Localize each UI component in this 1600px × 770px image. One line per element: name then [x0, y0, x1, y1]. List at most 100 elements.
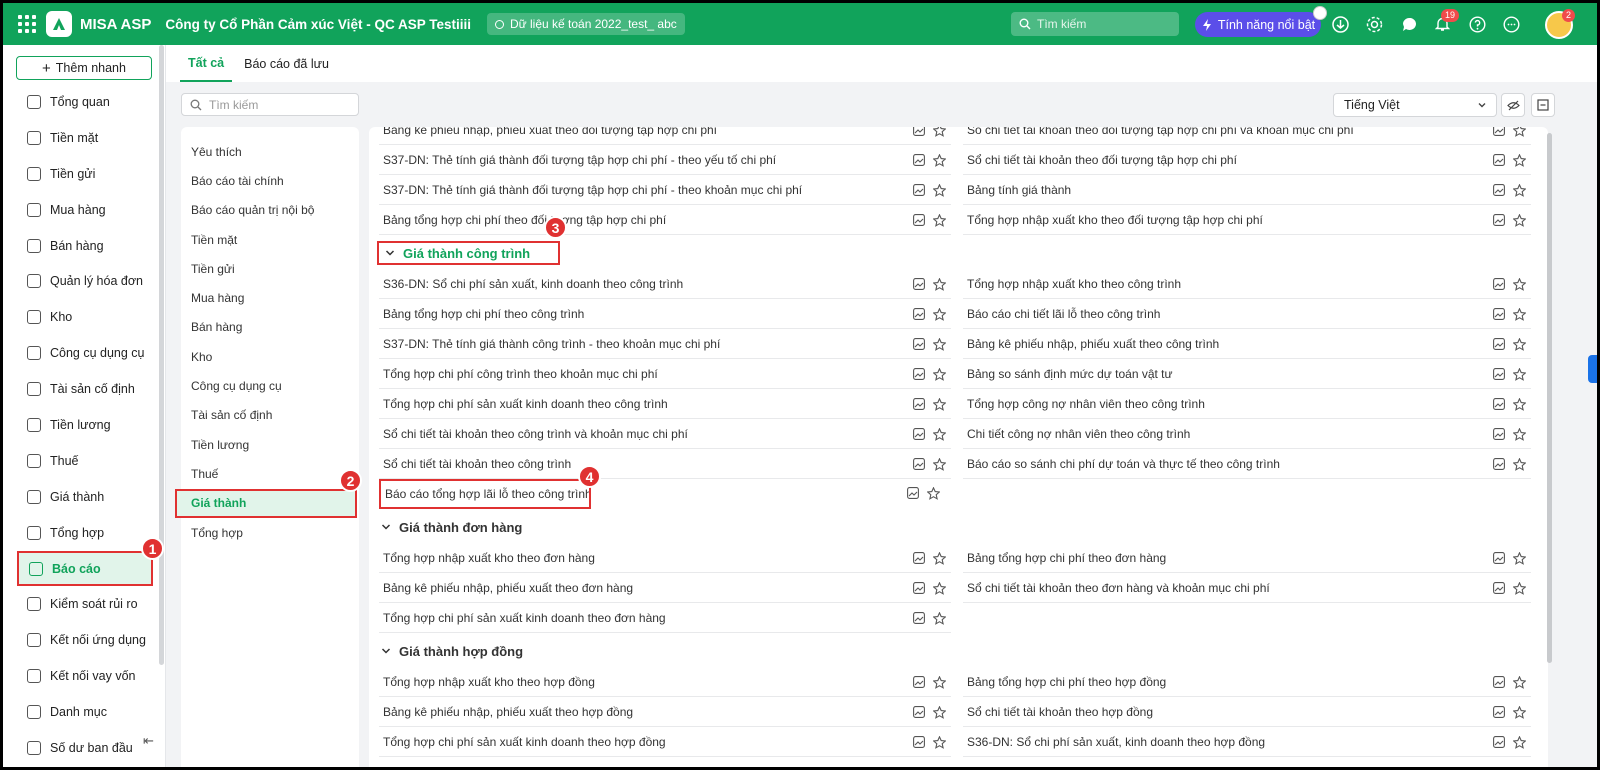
sidebar-item-4[interactable]: Bán hàng	[3, 228, 163, 264]
preview-icon[interactable]	[913, 307, 925, 320]
favorite-star-icon[interactable]	[1512, 426, 1527, 441]
report-link[interactable]: Sổ chi tiết tài khoản theo đối tượng tập…	[967, 127, 1493, 137]
sidebar-item-5[interactable]: Quản lý hóa đơn	[3, 263, 163, 299]
settings-gear-icon[interactable]	[1365, 15, 1383, 33]
preview-icon[interactable]	[1493, 337, 1505, 350]
category-item[interactable]: Báo cáo quản trị nội bộ	[181, 196, 359, 225]
favorite-star-icon[interactable]	[932, 426, 947, 441]
favorite-star-icon[interactable]	[932, 610, 947, 625]
preview-icon[interactable]	[1493, 153, 1505, 166]
report-link[interactable]: Bảng tổng hợp chi phí theo công trình	[383, 307, 913, 321]
preview-icon[interactable]	[913, 397, 925, 410]
report-link[interactable]: Bảng tổng hợp chi phí theo hợp đồng	[967, 675, 1493, 689]
preview-icon[interactable]	[1493, 183, 1505, 196]
category-item[interactable]: Tiền lương	[181, 430, 359, 459]
preview-icon[interactable]	[913, 581, 925, 594]
section-header[interactable]: Giá thành đơn hàng	[381, 515, 522, 539]
favorite-star-icon[interactable]	[932, 306, 947, 321]
category-item[interactable]: Mua hàng	[181, 283, 359, 312]
preview-icon[interactable]	[1493, 397, 1505, 410]
sidebar-item-6[interactable]: Kho	[3, 299, 163, 335]
report-link[interactable]: Tổng hợp nhập xuất kho theo đối tượng tậ…	[967, 213, 1493, 227]
sidebar-item-16[interactable]: Kết nối vay vốn	[3, 658, 163, 694]
app-grid-icon[interactable]	[16, 13, 38, 35]
favorite-star-icon[interactable]	[932, 734, 947, 749]
sidebar-item-15[interactable]: Kết nối ứng dụng	[3, 622, 163, 658]
section-header[interactable]: Giá thành hợp đồng	[381, 639, 523, 663]
report-link[interactable]: Chi tiết công nợ nhân viên theo công trì…	[967, 427, 1493, 441]
report-link[interactable]: Bảng kê phiếu nhập, phiếu xuất theo đơn …	[383, 581, 913, 595]
report-link[interactable]: Tổng hợp công nợ nhân viên theo công trì…	[967, 397, 1493, 411]
report-list-scrollbar[interactable]	[1547, 133, 1552, 663]
favorite-star-icon[interactable]	[932, 336, 947, 351]
category-item[interactable]: Kho	[181, 342, 359, 371]
favorite-star-icon[interactable]	[1512, 127, 1527, 137]
report-link[interactable]: Tổng hợp nhập xuất kho theo đơn hàng	[383, 551, 913, 565]
preview-icon[interactable]	[1493, 675, 1505, 688]
category-item[interactable]: Công cụ dụng cụ	[181, 371, 359, 400]
sidebar-item-10[interactable]: Thuế	[3, 443, 163, 479]
quick-add-button[interactable]: + Thêm nhanh	[16, 56, 152, 80]
more-options-icon[interactable]	[1502, 15, 1520, 33]
category-item[interactable]: Tiền mặt	[181, 225, 359, 254]
chat-icon[interactable]	[1400, 15, 1418, 33]
report-link[interactable]: Tổng hợp chi phí sản xuất kinh doanh the…	[383, 397, 913, 411]
preview-icon[interactable]	[1493, 551, 1505, 564]
category-item[interactable]: Tài sản cố định	[181, 401, 359, 430]
preview-icon[interactable]	[1493, 127, 1505, 136]
favorite-star-icon[interactable]	[932, 704, 947, 719]
favorite-star-icon[interactable]	[1512, 580, 1527, 595]
preview-icon[interactable]	[1493, 307, 1505, 320]
preview-icon[interactable]	[913, 183, 925, 196]
category-item[interactable]: Yêu thích	[181, 137, 359, 166]
report-link[interactable]: Báo cáo tổng hợp lãi lỗ theo công trình	[385, 487, 589, 501]
favorite-star-icon[interactable]	[932, 580, 947, 595]
report-search-input[interactable]: Tìm kiếm	[181, 93, 359, 116]
favorite-star-icon[interactable]	[1512, 212, 1527, 227]
favorite-star-icon[interactable]	[1512, 366, 1527, 381]
favorite-star-icon[interactable]	[932, 456, 947, 471]
language-select[interactable]: Tiếng Việt	[1333, 93, 1497, 117]
category-item[interactable]: Tiền gửi	[181, 254, 359, 283]
user-avatar[interactable]: 2	[1545, 9, 1575, 39]
report-link[interactable]: Sổ chi tiết tài khoản theo hợp đồng	[967, 705, 1493, 719]
report-link[interactable]: Bảng tổng hợp chi phí theo đơn hàng	[967, 551, 1493, 565]
sidebar-item-13[interactable]: Báo cáo	[17, 550, 153, 587]
preview-icon[interactable]	[1493, 427, 1505, 440]
preview-icon[interactable]	[913, 675, 925, 688]
favorite-star-icon[interactable]	[1512, 734, 1527, 749]
favorite-star-icon[interactable]	[1512, 306, 1527, 321]
preview-icon[interactable]	[1493, 213, 1505, 226]
hide-eye-icon[interactable]	[1501, 93, 1525, 117]
sidebar-item-0[interactable]: Tổng quan	[3, 84, 163, 120]
preview-icon[interactable]	[913, 457, 925, 470]
dataset-selector[interactable]: Dữ liệu kế toán 2022_test_ abc	[486, 13, 685, 35]
preview-icon[interactable]	[913, 127, 925, 136]
favorite-star-icon[interactable]	[1512, 550, 1527, 565]
report-link[interactable]: Bảng kê phiếu nhập, phiếu xuất theo công…	[967, 337, 1493, 351]
report-link[interactable]: S36-DN: Sổ chi phí sản xuất, kinh doanh …	[967, 735, 1493, 749]
side-expand-tab[interactable]	[1588, 355, 1597, 383]
report-link[interactable]: S37-DN: Thẻ tính giá thành công trình - …	[383, 337, 913, 351]
favorite-star-icon[interactable]	[1512, 674, 1527, 689]
sidebar-item-12[interactable]: Tổng hợp	[3, 515, 163, 551]
help-icon[interactable]	[1468, 15, 1486, 33]
category-item[interactable]: Tổng hợp	[181, 518, 359, 547]
download-icon[interactable]	[1331, 15, 1349, 33]
favorite-star-icon[interactable]	[932, 212, 947, 227]
report-link[interactable]: Bảng kê phiếu nhập, phiếu xuất theo hợp …	[383, 705, 913, 719]
report-link[interactable]: S37-DN: Thẻ tính giá thành đối tượng tập…	[383, 153, 913, 167]
category-item[interactable]: Bán hàng	[181, 313, 359, 342]
sidebar-scrollbar[interactable]	[159, 45, 164, 665]
preview-icon[interactable]	[913, 705, 925, 718]
favorite-star-icon[interactable]	[1512, 456, 1527, 471]
sidebar-item-17[interactable]: Danh mục	[3, 694, 163, 730]
preview-icon[interactable]	[1493, 581, 1505, 594]
favorite-star-icon[interactable]	[1512, 396, 1527, 411]
preview-icon[interactable]	[1493, 367, 1505, 380]
preview-icon[interactable]	[913, 367, 925, 380]
preview-icon[interactable]	[1493, 705, 1505, 718]
report-link[interactable]: Tổng hợp chi phí sản xuất kinh doanh the…	[383, 611, 913, 625]
notification-bell-icon[interactable]: 19	[1433, 9, 1460, 33]
preview-icon[interactable]	[913, 213, 925, 226]
